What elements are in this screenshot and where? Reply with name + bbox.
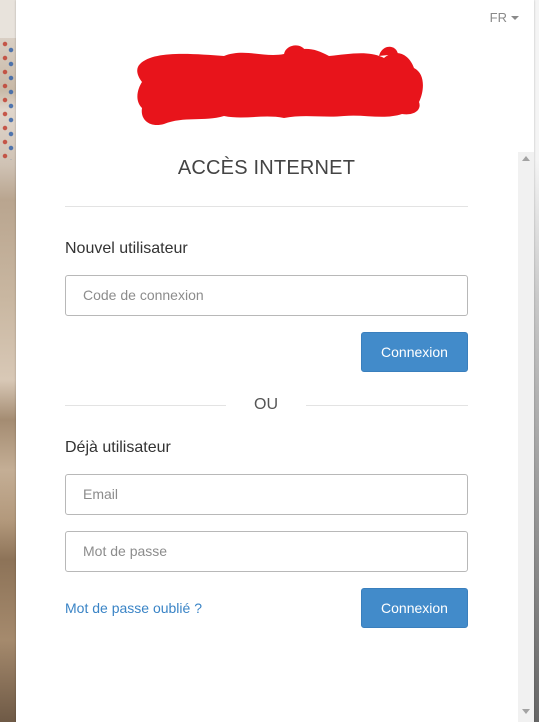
forgot-password-link[interactable]: Mot de passe oublié ? [65, 600, 202, 616]
or-divider-label: OU [254, 396, 278, 413]
or-divider-left [65, 405, 226, 406]
scrollbar-thumb[interactable] [521, 166, 531, 706]
arrow-down-icon[interactable] [522, 709, 530, 714]
logo-redacted [137, 45, 423, 126]
existing-user-heading: Déjà utilisateur [65, 439, 171, 456]
existing-user-connect-button[interactable]: Connexion [361, 588, 468, 628]
login-panel: FR ACCÈS INTERNET Nouvel utilisateur Cod… [16, 0, 534, 722]
or-divider-right [306, 405, 468, 406]
language-selector[interactable]: FR [490, 10, 519, 25]
login-code-input[interactable]: Code de connexion [65, 275, 468, 316]
scrollbar[interactable] [518, 152, 534, 722]
background-page-pattern [2, 40, 14, 160]
new-user-heading: Nouvel utilisateur [65, 240, 188, 257]
caret-down-icon [511, 16, 519, 20]
new-user-connect-button[interactable]: Connexion [361, 332, 468, 372]
page-title: ACCÈS INTERNET [177, 157, 356, 179]
title-divider [65, 206, 468, 207]
password-input[interactable]: Mot de passe [65, 531, 468, 572]
language-label: FR [489, 10, 507, 25]
arrow-up-icon[interactable] [522, 156, 530, 161]
background-page-right [534, 0, 539, 722]
email-input[interactable]: Email [65, 474, 468, 515]
